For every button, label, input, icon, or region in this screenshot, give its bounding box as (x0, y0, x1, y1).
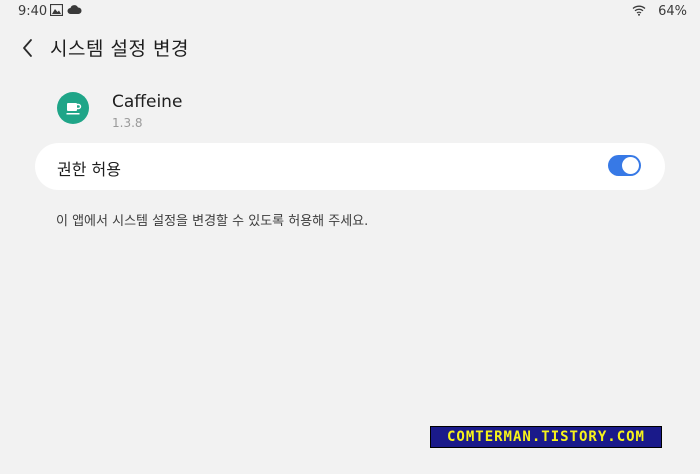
back-button[interactable] (14, 34, 42, 62)
header: 시스템 설정 변경 (0, 28, 700, 68)
page-title: 시스템 설정 변경 (50, 38, 189, 60)
cloud-icon (67, 4, 82, 19)
app-version: 1.3.8 (112, 116, 143, 130)
coffee-cup-icon (57, 92, 89, 124)
status-time: 9:40 (18, 4, 48, 19)
permission-toggle[interactable] (608, 155, 641, 176)
watermark: COMTERMAN.TISTORY.COM (430, 426, 662, 448)
description-text: 이 앱에서 시스템 설정을 변경할 수 있도록 허용해 주세요. (56, 214, 369, 229)
wifi-icon (632, 4, 646, 20)
battery-level: 64% (658, 4, 687, 19)
permission-row[interactable]: 권한 허용 (35, 143, 665, 190)
status-bar: 9:40 64% (0, 0, 700, 24)
toggle-knob (622, 157, 639, 174)
chevron-left-icon (23, 39, 32, 57)
image-icon (49, 3, 64, 20)
permission-label: 권한 허용 (57, 160, 121, 179)
app-name: Caffeine (112, 92, 183, 112)
